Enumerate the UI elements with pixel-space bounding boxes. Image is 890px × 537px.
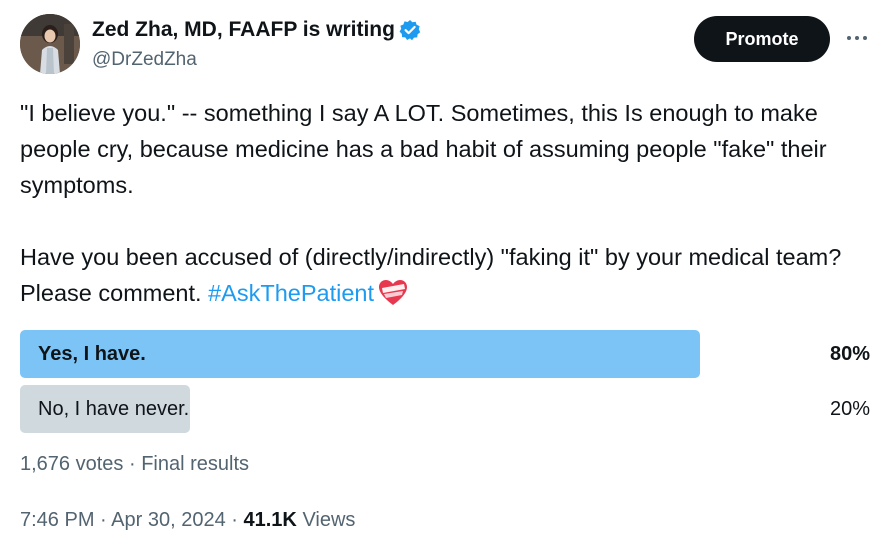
meta-separator: · xyxy=(100,509,107,531)
poll-option-percent: 80% xyxy=(829,343,870,365)
tweet-time[interactable]: 7:46 PM xyxy=(20,509,94,531)
tweet-text: "I believe you." -- something I say A LO… xyxy=(20,95,875,311)
mending-heart-icon xyxy=(378,279,408,307)
poll-separator: · xyxy=(128,453,136,475)
tweet-paragraph-2-text: Have you been accused of (directly/indir… xyxy=(20,244,842,306)
poll-option-no: No, I have never. 20% xyxy=(20,385,870,433)
poll-status: Final results xyxy=(141,453,250,475)
tweet-header: Zed Zha, MD, FAAFP is writing @DrZedZha … xyxy=(20,14,870,76)
hashtag-link[interactable]: #AskThePatient xyxy=(208,280,374,306)
views-count[interactable]: 41.1K xyxy=(244,509,297,531)
meta-separator: · xyxy=(231,509,238,531)
tweet-paragraph-1: "I believe you." -- something I say A LO… xyxy=(20,100,827,198)
author-names: Zed Zha, MD, FAAFP is writing @DrZedZha xyxy=(92,17,421,71)
poll: Yes, I have. 80% No, I have never. 20% xyxy=(20,330,870,440)
avatar[interactable] xyxy=(20,14,80,74)
tweet-meta: 7:46 PM · Apr 30, 2024 · 41.1K Views xyxy=(20,509,355,532)
promote-button[interactable]: Promote xyxy=(694,16,830,62)
views-label[interactable]: Views xyxy=(302,509,355,531)
poll-meta: 1,676 votes · Final results xyxy=(20,453,249,476)
verified-badge-icon[interactable] xyxy=(399,19,421,41)
poll-votes: 1,676 votes xyxy=(20,453,124,475)
display-name-row: Zed Zha, MD, FAAFP is writing xyxy=(92,17,421,43)
tweet-paragraph-2: Have you been accused of (directly/indir… xyxy=(20,239,875,311)
author-handle[interactable]: @DrZedZha xyxy=(92,49,421,71)
poll-option-percent: 20% xyxy=(829,398,870,420)
tweet-date[interactable]: Apr 30, 2024 xyxy=(111,509,226,531)
poll-option-yes: Yes, I have. 80% xyxy=(20,330,870,378)
display-name[interactable]: Zed Zha, MD, FAAFP is writing xyxy=(92,18,395,42)
more-horizontal-icon[interactable] xyxy=(844,28,870,48)
poll-option-label: No, I have never. xyxy=(38,398,190,420)
poll-option-label: Yes, I have. xyxy=(38,343,146,365)
